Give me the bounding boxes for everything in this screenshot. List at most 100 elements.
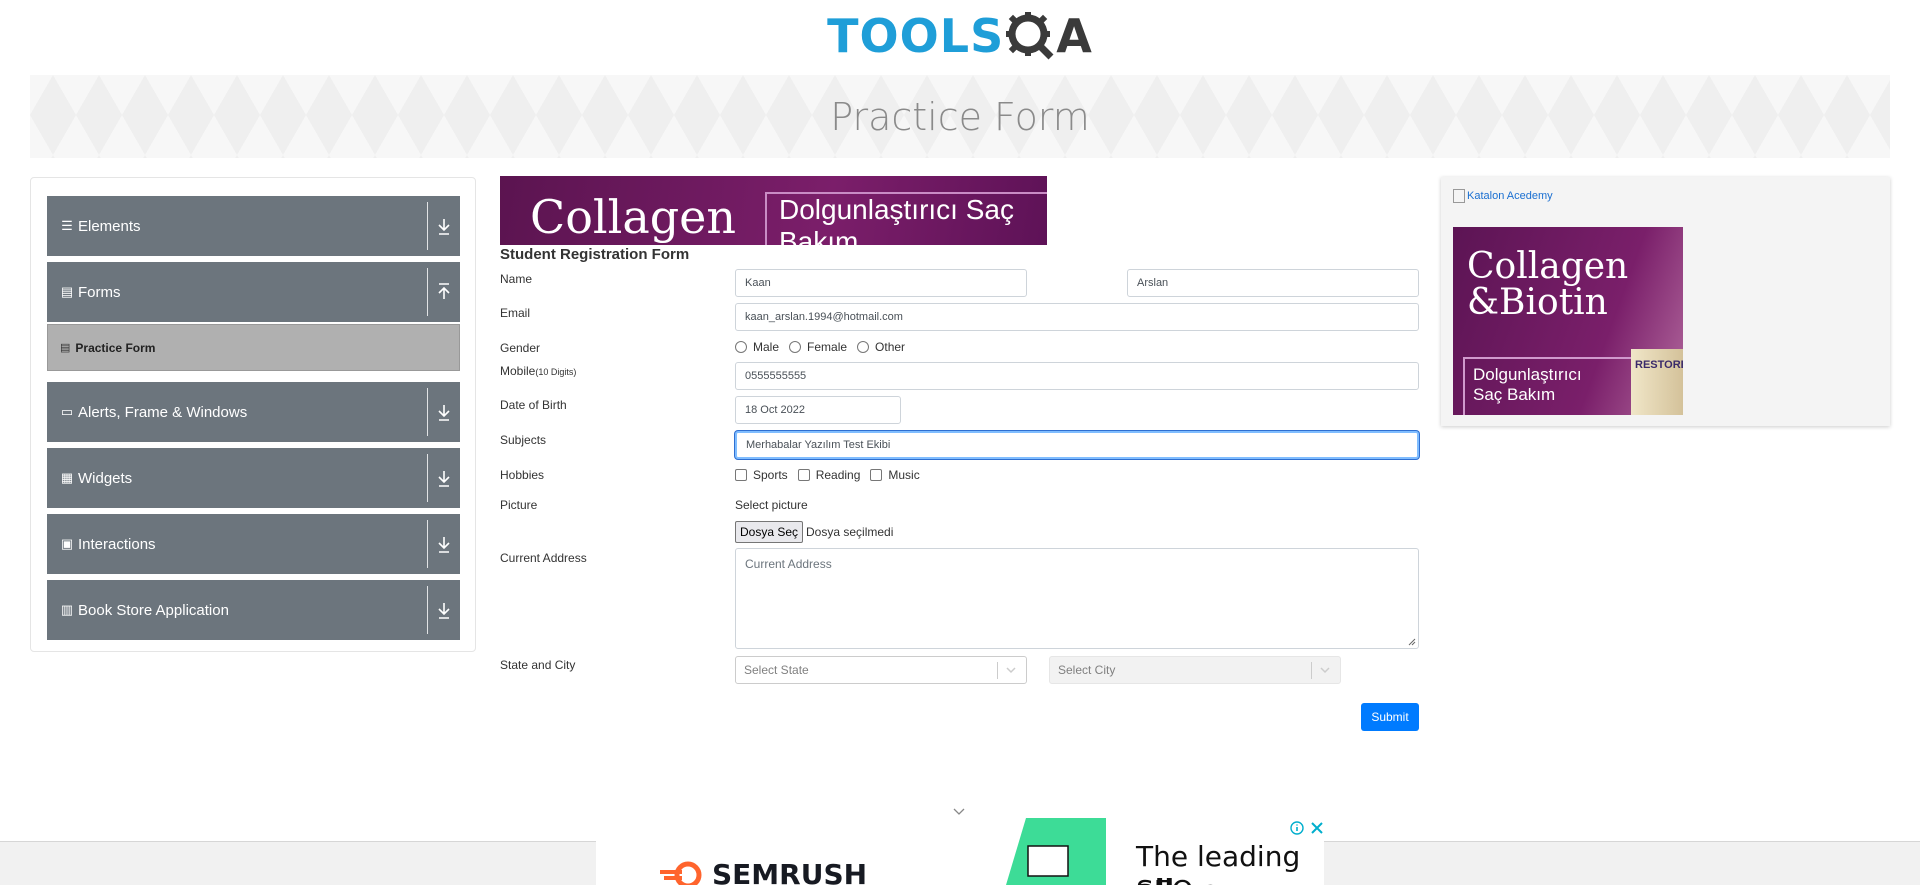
radio-circle <box>735 341 747 353</box>
textarea-placeholder: Current Address <box>745 557 832 571</box>
right-ad-panel: Katalon Acedemy Collagen &Biotin Dolgunl… <box>1441 177 1890 426</box>
logo-text-tools: TOOLS <box>827 9 1005 63</box>
sidebar-group-elements[interactable]: ☰ Elements <box>47 196 460 256</box>
broken-image-icon <box>1453 189 1465 203</box>
hobby-checkbox-music[interactable]: Music <box>870 468 920 482</box>
picture-label: Picture <box>500 498 538 512</box>
product-image: RESTORE <box>1631 349 1683 415</box>
divider <box>427 520 428 568</box>
submit-button[interactable]: Submit <box>1361 703 1419 731</box>
gender-radio-group: Male Female Other <box>735 340 915 354</box>
semrush-logo: SEMRUSH <box>658 858 867 885</box>
logo-bar: TOOLS A <box>0 0 1920 72</box>
sidebar: ☰ Elements ▤ Forms ▤ Practice Form ▭ Ale… <box>30 177 476 652</box>
mobile-label-text: Mobile <box>500 364 536 378</box>
product-brand: RESTORE <box>1635 359 1683 371</box>
current-address-textarea[interactable]: Current Address <box>735 548 1419 649</box>
logo-text-a: A <box>1056 9 1093 63</box>
email-input[interactable]: kaan_arslan.1994@hotmail.com <box>735 303 1419 331</box>
divider <box>1311 662 1312 679</box>
email-label: Email <box>500 306 531 320</box>
sidebar-group-forms[interactable]: ▤ Forms <box>47 262 460 322</box>
first-name-input[interactable]: Kaan <box>735 269 1027 297</box>
ad-controls <box>1290 821 1324 835</box>
state-city-label: State and City <box>500 658 576 672</box>
bottom-ad-banner[interactable]: SEMRUSH The leading all SEO a <box>596 818 1324 885</box>
subjects-input[interactable]: Merhabalar Yazılım Test Ekibi <box>735 431 1419 459</box>
file-choose-button[interactable]: Dosya Seç <box>735 521 803 543</box>
page-header-banner: Practice Form <box>30 75 1890 158</box>
divider <box>427 388 428 436</box>
form-title: Student Registration Form <box>500 246 690 263</box>
sidebar-group-interactions[interactable]: ▣ Interactions <box>47 514 460 574</box>
semrush-text: SEMRUSH <box>712 858 868 885</box>
resize-handle-icon[interactable] <box>1408 638 1416 646</box>
divider <box>427 268 428 316</box>
window-icon: ▭ <box>60 404 74 419</box>
page-title: Practice Form <box>830 94 1090 139</box>
gender-label: Gender <box>500 341 541 355</box>
collagen-ad[interactable]: Collagen &Biotin Dolgunlaştırıcı Saç Bak… <box>1453 227 1683 415</box>
state-select[interactable]: Select State <box>735 656 1027 684</box>
hobby-checkbox-reading[interactable]: Reading <box>797 468 861 482</box>
sidebar-item-practice-form[interactable]: ▤ Practice Form <box>47 324 460 371</box>
hobbies-label: Hobbies <box>500 468 545 482</box>
toolsqa-logo[interactable]: TOOLS A <box>827 9 1093 63</box>
name-label: Name <box>500 272 533 286</box>
download-arrow-icon <box>438 471 450 487</box>
sidebar-group-alerts[interactable]: ▭ Alerts, Frame & Windows <box>47 382 460 442</box>
download-arrow-icon <box>438 537 450 553</box>
hobby-checkbox-sports[interactable]: Sports <box>735 468 788 482</box>
document-icon: ▤ <box>60 284 74 299</box>
gender-radio-female[interactable]: Female <box>789 340 847 354</box>
divider <box>427 202 428 250</box>
top-ad-banner[interactable]: Collagen Dolgunlaştırıcı Saç Bakım <box>500 176 1047 245</box>
close-icon[interactable] <box>1310 821 1324 835</box>
checkbox-box <box>870 469 883 481</box>
download-arrow-icon <box>438 405 450 421</box>
subjects-label: Subjects <box>500 433 547 447</box>
mobile-input[interactable]: 0555555555 <box>735 362 1419 390</box>
radio-label: Male <box>753 340 780 354</box>
katalon-link[interactable]: Katalon Acedemy <box>1453 189 1553 203</box>
radio-label: Female <box>807 340 848 354</box>
sidebar-group-widgets[interactable]: ▦ Widgets <box>47 448 460 508</box>
hamburger-icon: ☰ <box>61 218 73 233</box>
ad-illustration <box>1006 818 1106 885</box>
ad-headline: Collagen &Biotin <box>1467 246 1629 323</box>
ad-tagline-part: The leading <box>1136 840 1301 873</box>
dob-label: Date of Birth <box>500 398 567 412</box>
info-icon[interactable] <box>1290 821 1304 835</box>
gender-radio-other[interactable]: Other <box>857 340 905 354</box>
hobbies-checkbox-group: Sports Reading Music <box>735 468 930 482</box>
document-icon: ▤ <box>60 342 71 354</box>
sidebar-group-label: Forms <box>78 283 121 301</box>
last-name-input[interactable]: Arslan <box>1127 269 1419 297</box>
download-arrow-icon <box>438 219 450 235</box>
checkbox-label: Music <box>888 468 920 482</box>
checkbox-box <box>735 469 747 481</box>
radio-circle <box>857 341 870 353</box>
books-icon: ▥ <box>60 602 74 617</box>
semrush-flame-icon <box>660 861 702 885</box>
sidebar-group-label: Interactions <box>78 535 156 553</box>
divider <box>427 454 428 502</box>
sidebar-group-label: Alerts, Frame & Windows <box>78 403 248 421</box>
chevron-down-icon[interactable] <box>953 808 965 816</box>
sidebar-group-label: Elements <box>78 217 141 235</box>
ad-subtext: Dolgunlaştırıcı Saç Bakım <box>1463 357 1643 415</box>
grid-icon: ▦ <box>60 470 74 485</box>
ad-tagline-line2: SEO a <box>1136 874 1220 885</box>
chevron-down-icon <box>1320 667 1330 674</box>
sidebar-group-book-store[interactable]: ▥ Book Store Application <box>47 580 460 640</box>
select-placeholder: Select City <box>1058 663 1116 677</box>
radio-label: Other <box>875 340 906 354</box>
city-select[interactable]: Select City <box>1049 656 1341 684</box>
mobile-hint: (10 Digits) <box>535 367 577 377</box>
checkbox-label: Reading <box>815 468 861 482</box>
checkbox-box <box>797 469 810 481</box>
gear-q-icon <box>1006 12 1054 60</box>
select-placeholder: Select State <box>744 663 809 677</box>
date-of-birth-input[interactable]: 18 Oct 2022 <box>735 396 901 424</box>
gender-radio-male[interactable]: Male <box>735 340 779 354</box>
